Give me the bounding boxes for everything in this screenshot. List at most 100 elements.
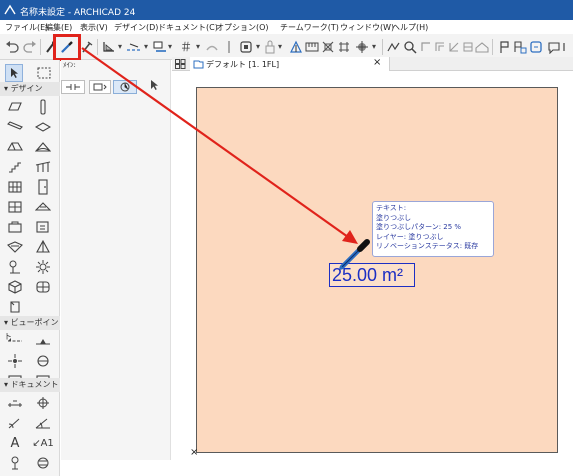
menu-document[interactable]: ドキュメント(C) xyxy=(158,22,218,33)
toolbar-separator xyxy=(492,39,493,55)
tooltip-line-layer: レイヤー: 塗りつぶし xyxy=(376,232,444,241)
wall-end-tool-icon[interactable] xyxy=(6,298,24,316)
zoom-icon[interactable] xyxy=(402,38,418,55)
grid-icon[interactable]: ＃ xyxy=(178,38,194,55)
info-box: ﾒｲﾝ: xyxy=(61,60,171,460)
grid-element-tool-icon[interactable] xyxy=(34,278,52,296)
dimension-tool-icon[interactable] xyxy=(6,394,24,412)
section-header-document[interactable]: ▾ ドキュメント xyxy=(0,378,60,392)
origin-marker-icon: × xyxy=(190,447,199,458)
chevron-down-icon[interactable]: ▾ xyxy=(276,38,284,55)
chevron-down-icon[interactable]: ▾ xyxy=(142,38,150,55)
geometry-method-button[interactable] xyxy=(61,80,85,94)
menu-options[interactable]: オプション(O) xyxy=(216,22,269,33)
select-section-icon[interactable] xyxy=(386,38,402,55)
railing-tool-icon[interactable] xyxy=(34,158,52,176)
radial-dimension-tool-icon[interactable] xyxy=(6,414,24,432)
section-header-viewpoint[interactable]: ▾ ビューポイント xyxy=(0,316,60,341)
view-tab-bar: デフォルト [1. 1FL] × xyxy=(172,57,573,71)
chevron-down-icon[interactable]: ▾ xyxy=(194,38,202,55)
chevron-down-icon[interactable]: ▾ xyxy=(370,38,378,55)
redo-icon[interactable] xyxy=(22,38,38,55)
info-box-label: ﾒｲﾝ: xyxy=(63,61,76,69)
menu-teamwork[interactable]: チームワーク(T) xyxy=(280,22,339,33)
chevron-down-icon[interactable]: ▾ xyxy=(254,38,262,55)
wall-icon[interactable] xyxy=(222,38,238,55)
tooltip-line-renovation: リノベーションステータス: 既存 xyxy=(376,242,479,250)
mesh-tool-icon[interactable] xyxy=(6,238,24,256)
view-icon[interactable] xyxy=(238,38,254,55)
tab-label: デフォルト [1. 1FL] xyxy=(206,60,280,69)
tooltip-line-pattern: 塗りつぶしパターン: 25 % xyxy=(376,223,462,231)
skylight-tool-icon[interactable] xyxy=(34,198,52,216)
worksheet-tool-icon[interactable] xyxy=(34,352,52,370)
undo-icon[interactable] xyxy=(4,38,20,55)
change-marker-tool-icon[interactable] xyxy=(34,454,52,472)
inject-settings-button[interactable] xyxy=(113,80,137,94)
render-icon[interactable] xyxy=(354,38,370,55)
menu-view[interactable]: 表示(V) xyxy=(80,22,108,33)
pointer-option-icon[interactable] xyxy=(145,78,165,92)
interior-elevation-tool-icon[interactable] xyxy=(6,352,24,370)
tooltip-line-type: テキスト: xyxy=(376,204,407,212)
stair-tool-icon[interactable] xyxy=(6,158,24,176)
close-icon[interactable]: × xyxy=(373,57,381,68)
chevron-down-icon[interactable]: ▾ xyxy=(116,38,124,55)
flag-icon[interactable] xyxy=(496,38,512,55)
tooltip-toggle-icon[interactable] xyxy=(546,38,562,55)
measure-icon[interactable] xyxy=(304,38,320,55)
construction-method-button[interactable] xyxy=(89,80,111,94)
cross-icon[interactable] xyxy=(320,38,336,55)
trace-icon[interactable] xyxy=(336,38,352,55)
section-tool-icon[interactable] xyxy=(6,332,24,350)
cube-tool-icon[interactable] xyxy=(6,278,24,296)
layer-icon[interactable] xyxy=(101,38,117,55)
publish-icon[interactable] xyxy=(528,38,544,55)
beam-tool-icon[interactable] xyxy=(6,118,24,136)
light-tool-icon[interactable] xyxy=(34,258,52,276)
menu-edit[interactable]: 編集(E) xyxy=(45,22,72,33)
wall-tool-icon[interactable] xyxy=(6,98,24,116)
door-tool-icon[interactable] xyxy=(34,178,52,196)
toolbar-separator xyxy=(382,39,383,55)
angle-dimension-tool-icon[interactable] xyxy=(34,414,52,432)
section-header-design[interactable]: ▾ デザイン xyxy=(0,82,60,96)
arrow-tool-icon[interactable] xyxy=(5,64,23,82)
object-tool-icon[interactable] xyxy=(6,218,24,236)
section-label: デザイン xyxy=(10,84,43,93)
lamp-tool-icon[interactable] xyxy=(6,258,24,276)
column-tool-icon[interactable] xyxy=(34,98,52,116)
label-tool[interactable]: ↙ A1 xyxy=(30,434,56,452)
level-dimension-tool-icon[interactable] xyxy=(34,394,52,412)
roof-tool-icon[interactable] xyxy=(6,138,24,156)
layout-icon[interactable] xyxy=(512,38,528,55)
elevation-tool-icon[interactable] xyxy=(34,332,52,350)
snap-icon[interactable] xyxy=(288,38,304,55)
zone-area-label[interactable]: 25.00 m² xyxy=(329,263,415,287)
overflow-icon[interactable] xyxy=(561,38,571,55)
roof-icon[interactable] xyxy=(474,38,490,55)
menu-help[interactable]: ヘルプ(H) xyxy=(392,22,428,33)
arrow-icon: ↙ xyxy=(32,437,41,449)
menu-design[interactable]: デザイン(D) xyxy=(114,22,158,33)
toolbar-separator xyxy=(40,39,41,55)
line-type-icon[interactable] xyxy=(126,38,142,55)
gravity-icon[interactable] xyxy=(204,38,220,55)
elevation-marker-tool-icon[interactable] xyxy=(6,454,24,472)
inject-parameters-icon[interactable] xyxy=(79,38,95,55)
chevron-down-icon[interactable]: ▾ xyxy=(166,38,174,55)
curtain-wall-tool-icon[interactable] xyxy=(6,178,24,196)
title-bar: 名称未設定 - ARCHICAD 24 xyxy=(0,0,573,20)
zone-tool-icon[interactable] xyxy=(34,218,52,236)
menu-window[interactable]: ウィンドウ(W) xyxy=(340,22,394,33)
menu-file[interactable]: ファイル(E) xyxy=(5,22,48,33)
highlight-box xyxy=(53,34,81,61)
marquee-tool-icon[interactable] xyxy=(35,64,53,82)
slab-tool-icon[interactable] xyxy=(34,118,52,136)
archicad-logo-icon xyxy=(4,4,16,15)
tab-floor-plan[interactable]: デフォルト [1. 1FL] × xyxy=(190,57,390,71)
shell-tool-icon[interactable] xyxy=(34,138,52,156)
window-tool-icon[interactable] xyxy=(6,198,24,216)
text-tool[interactable]: A xyxy=(6,434,24,452)
morph-tool-icon[interactable] xyxy=(34,238,52,256)
